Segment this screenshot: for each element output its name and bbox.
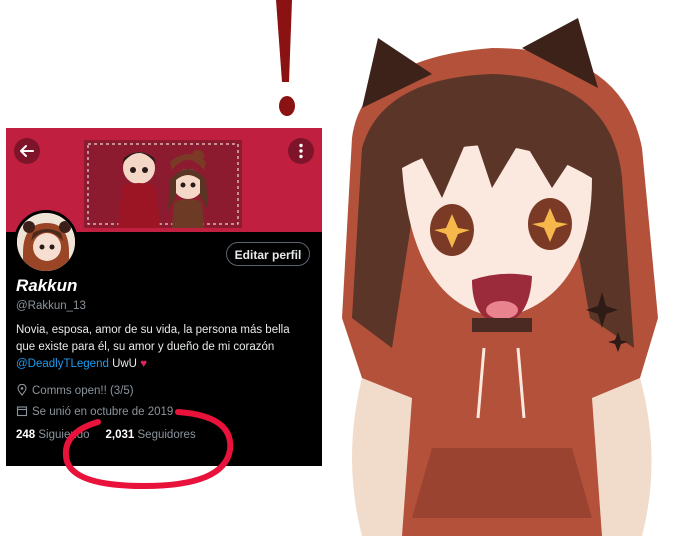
back-button[interactable] — [14, 138, 40, 164]
avatar-illustration — [17, 213, 75, 271]
location-row: Comms open!! (3/5) — [16, 383, 134, 397]
bio-line: que existe para él, su amor y dueño de m… — [16, 341, 275, 353]
kebab-menu-icon — [299, 143, 303, 159]
bio-suffix: UwU — [108, 358, 141, 370]
avatar[interactable] — [14, 210, 78, 274]
arrow-left-icon — [20, 145, 34, 157]
location-text: Comms open!! (3/5) — [32, 385, 134, 397]
chibi-character-illustration — [342, 18, 658, 536]
bio-line: Novia, esposa, amor de su vida, la perso… — [16, 324, 290, 336]
profile-handle: @Rakkun_13 — [16, 300, 86, 312]
profile-bio: Novia, esposa, amor de su vida, la perso… — [16, 322, 316, 373]
mention-link[interactable]: @DeadlyTLegend — [16, 358, 109, 370]
heart-icon: ♥ — [140, 358, 148, 370]
edit-profile-button[interactable]: Editar perfil — [226, 242, 310, 266]
exclamation-mark-doodle — [276, 0, 295, 116]
bio-line: @DeadlyTLegend UwU ♥ — [16, 356, 316, 373]
following-count: 248 — [16, 429, 36, 441]
banner-illustration — [84, 140, 242, 228]
profile-name: Rakkun — [16, 276, 78, 295]
more-options-button[interactable] — [288, 138, 314, 164]
location-pin-icon — [17, 383, 27, 396]
calendar-icon — [16, 406, 28, 417]
annotation-circle — [62, 409, 234, 490]
